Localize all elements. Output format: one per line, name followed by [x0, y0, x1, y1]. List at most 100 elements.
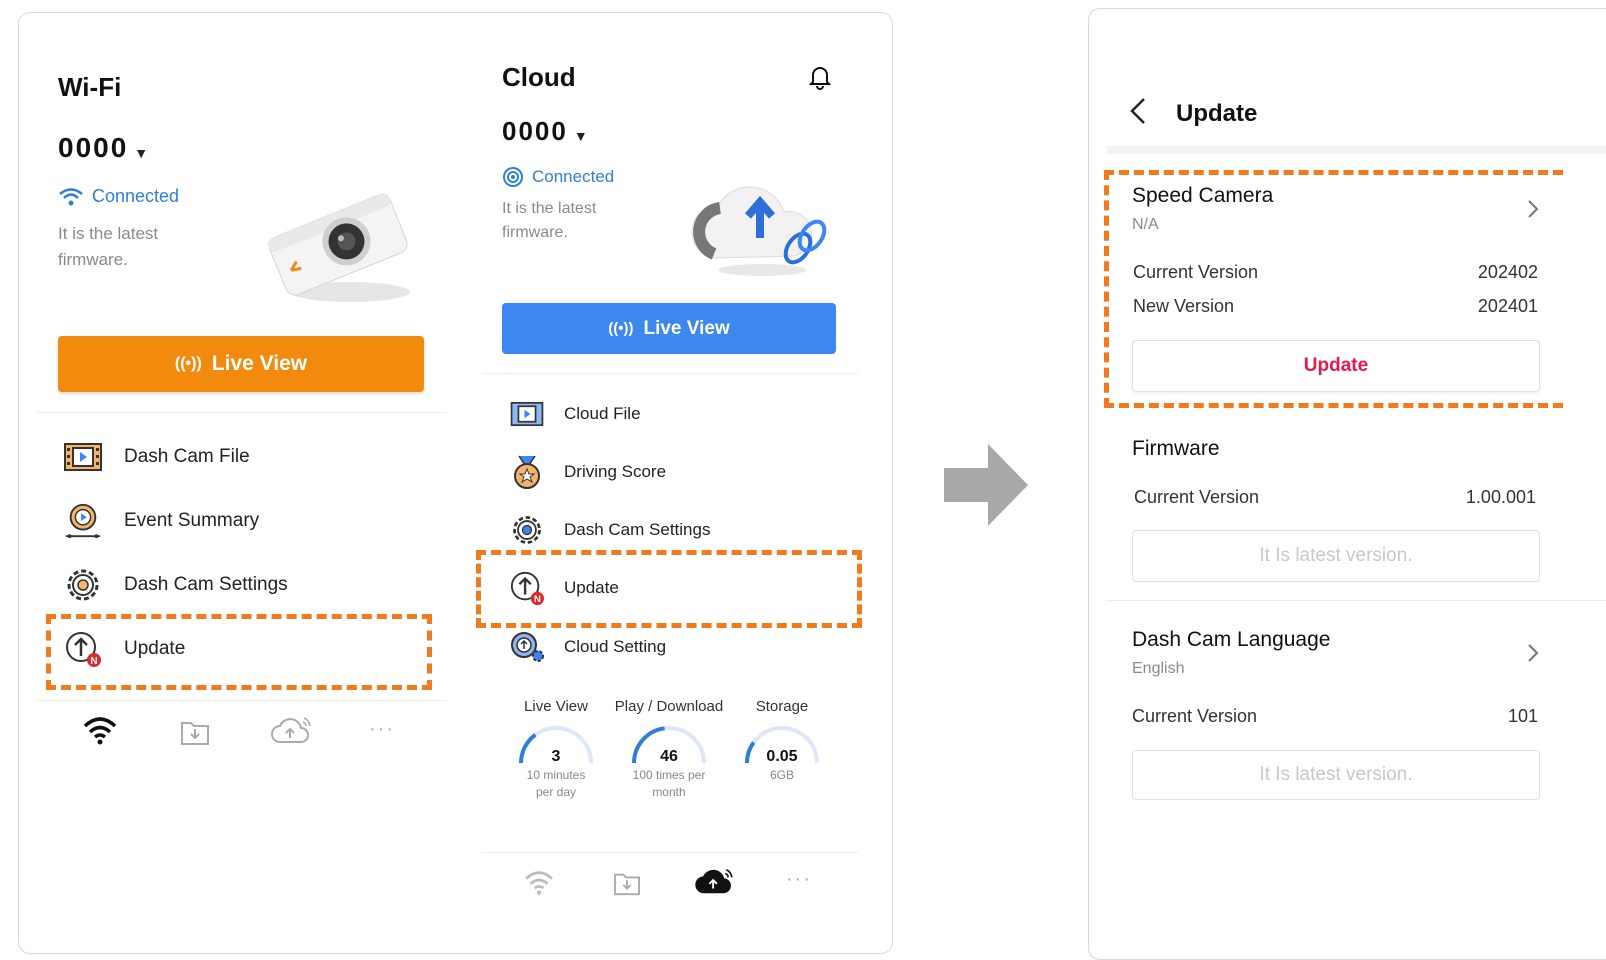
gauge-fill: [745, 741, 756, 764]
menu-label: Cloud Setting: [564, 637, 667, 656]
menu-item-cloud-setting[interactable]: Cloud Setting: [508, 628, 666, 666]
usage-gauge: 3: [519, 726, 593, 765]
wifi-firmware-line1: It is the latest: [58, 224, 159, 243]
header-divider: [1106, 146, 1606, 154]
cloud-signal-icon: [503, 167, 523, 187]
chevron-down-icon: ▼: [573, 127, 588, 144]
stat-sub1: 10 minutes: [526, 768, 586, 782]
menu-label: Event Summary: [124, 510, 260, 531]
stat-sub1: 6GB: [769, 768, 794, 782]
more-icon[interactable]: ···: [786, 868, 812, 891]
gear-icon: [64, 566, 102, 604]
cloud-firmware-line1: It is the latest: [502, 200, 597, 217]
wifi-signal-icon: [59, 187, 83, 205]
usage-gauge: 46: [632, 726, 706, 765]
stat-play-download: Play / Download 46 100 times per month: [614, 698, 724, 801]
stat-sub1: 100 times per: [632, 768, 706, 782]
stat-value: 46: [660, 748, 678, 765]
cloud-firmware-line2: firmware.: [502, 224, 568, 241]
row-label: Current Version: [1132, 706, 1258, 726]
menu-label: Dash Cam File: [124, 446, 250, 467]
highlight-update-wifi: [46, 614, 432, 690]
wifi-device-id: 0000: [58, 132, 129, 163]
left-phone-card: [18, 12, 893, 954]
wifi-icon[interactable]: [524, 870, 554, 896]
firmware-divider: [1106, 600, 1606, 601]
more-icon[interactable]: ···: [369, 718, 395, 741]
cloud-title: Cloud: [502, 62, 576, 92]
cloud-live-view-button[interactable]: ((•)) Live View: [502, 303, 836, 354]
cloud-nav-divider: [482, 852, 858, 853]
menu-item-dash-cam-settings[interactable]: Dash Cam Settings: [64, 566, 288, 604]
cloud-device-id: 0000: [502, 116, 568, 146]
menu-item-dash-cam-file[interactable]: Dash Cam File: [64, 438, 250, 476]
firmware-current-row: Current Version 1.00.001: [1134, 487, 1536, 508]
usage-gauge: 0.05: [745, 726, 819, 765]
chevron-right-icon[interactable]: [1526, 642, 1540, 664]
broadcast-icon: ((•)): [174, 355, 202, 372]
highlight-speed-camera: [1104, 170, 1563, 408]
event-summary-icon: [64, 502, 102, 540]
highlight-update-cloud: [476, 550, 862, 628]
menu-label: Dash Cam Settings: [124, 574, 288, 595]
stat-live-view: Live View 3 10 minutes per day: [501, 698, 611, 801]
wifi-status: Connected: [58, 186, 179, 207]
cloud-divider: [482, 373, 858, 374]
stat-value: 3: [552, 748, 561, 765]
language-title[interactable]: Dash Cam Language: [1132, 628, 1330, 652]
stat-title: Storage: [755, 698, 809, 715]
cloud-device-selector[interactable]: 0000 ▼: [502, 116, 588, 147]
wifi-device-selector[interactable]: 0000 ▼: [58, 132, 148, 164]
stat-storage: Storage 0.05 6GB: [727, 698, 837, 784]
cloud-setting-icon: [508, 628, 546, 666]
chevron-down-icon: ▼: [134, 144, 149, 161]
language-sub: English: [1132, 660, 1185, 677]
wifi-firmware-line2: firmware.: [58, 250, 128, 269]
download-folder-icon[interactable]: [180, 718, 210, 746]
language-latest-button: It Is latest version.: [1132, 750, 1540, 800]
cloud-upload-icon[interactable]: [694, 866, 736, 896]
cloud-upload-illustration: [691, 186, 827, 276]
wifi-nav-divider: [36, 700, 446, 701]
wifi-icon[interactable]: [83, 716, 117, 746]
wifi-status-text: Connected: [92, 186, 180, 206]
dashcam-illustration: [268, 193, 410, 302]
arrow-right-icon: [944, 444, 1028, 526]
menu-item-cloud-dash-cam-settings[interactable]: Dash Cam Settings: [508, 511, 710, 549]
stat-title: Play / Download: [614, 698, 724, 715]
stat-sub2: month: [652, 785, 686, 799]
cloud-status: Connected: [502, 166, 614, 188]
row-value: 1.00.001: [1465, 487, 1536, 507]
page-title: Update: [1176, 100, 1258, 127]
back-chevron-icon[interactable]: [1128, 96, 1148, 134]
row-value: 101: [1507, 706, 1538, 726]
menu-label: Cloud File: [564, 404, 641, 423]
wifi-firmware-note: It is the latest firmware.: [58, 221, 158, 273]
download-folder-icon[interactable]: [613, 870, 641, 896]
cloud-status-text: Connected: [532, 167, 615, 186]
cloud-firmware-note: It is the latest firmware.: [502, 197, 596, 245]
firmware-title: Firmware: [1132, 437, 1220, 460]
cloud-live-view-label: Live View: [643, 317, 730, 339]
stat-sub2: per day: [535, 785, 577, 799]
gauge-fill: [519, 733, 537, 764]
row-label: Current Version: [1134, 487, 1260, 507]
stat-title: Live View: [524, 698, 588, 715]
film-icon: [64, 438, 102, 476]
wifi-divider: [36, 412, 446, 413]
cloud-upload-icon[interactable]: [270, 714, 314, 746]
menu-item-event-summary[interactable]: Event Summary: [64, 502, 259, 540]
wifi-title: Wi-Fi: [58, 72, 122, 102]
menu-label: Driving Score: [564, 462, 667, 481]
bell-icon[interactable]: [808, 64, 832, 90]
wifi-live-view-label: Live View: [211, 352, 308, 375]
stat-value: 0.05: [766, 748, 797, 765]
medal-icon: [508, 453, 546, 491]
menu-label: Dash Cam Settings: [564, 520, 711, 539]
broadcast-icon: ((•)): [608, 320, 634, 337]
menu-item-cloud-file[interactable]: Cloud File: [508, 395, 641, 433]
menu-item-driving-score[interactable]: Driving Score: [508, 453, 666, 491]
language-current-row: Current Version 101: [1132, 706, 1538, 727]
film-icon: [508, 395, 546, 433]
wifi-live-view-button[interactable]: ((•)) Live View: [58, 336, 424, 392]
